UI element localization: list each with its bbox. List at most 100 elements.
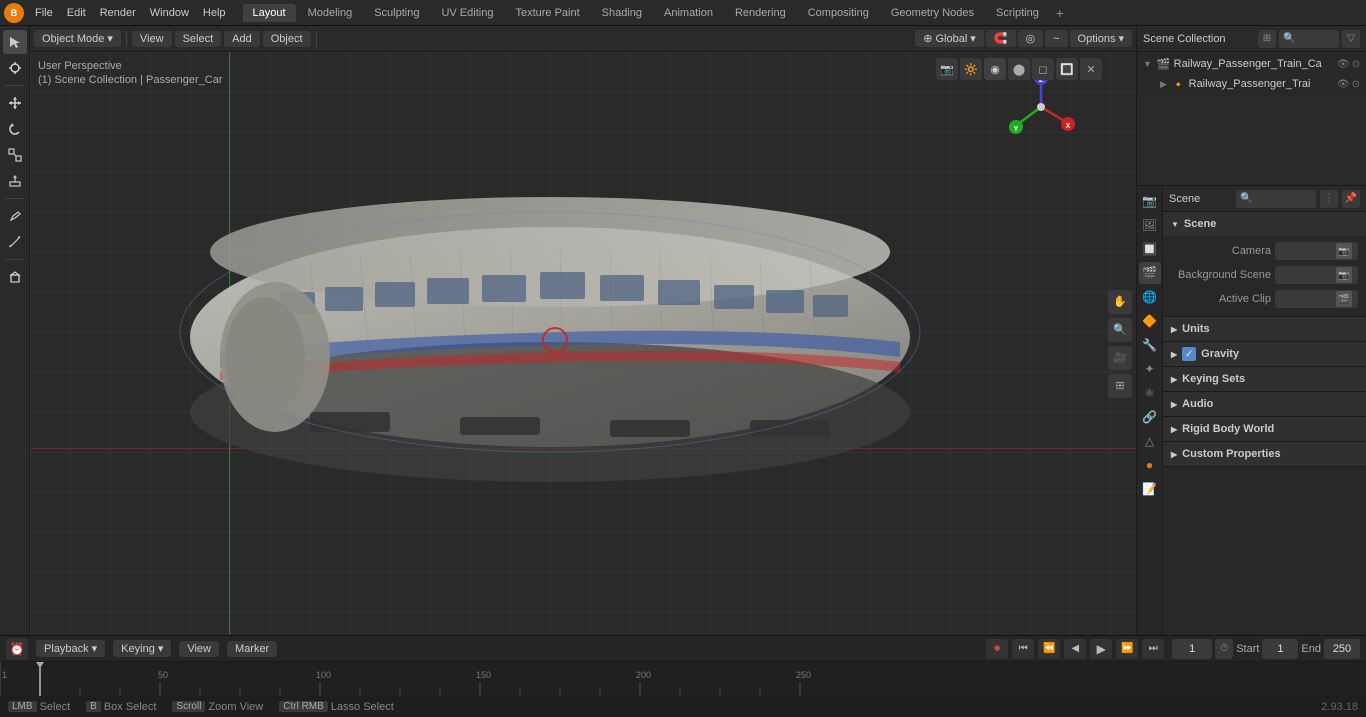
current-frame-input[interactable]: 1	[1172, 639, 1212, 659]
viewport-canvas[interactable]: User Perspective (1) Scene Collection | …	[30, 52, 1136, 635]
units-section-header[interactable]: ▶ Units	[1163, 317, 1366, 341]
menu-help[interactable]: Help	[196, 5, 233, 21]
props-tab-scene[interactable]: 🎬	[1139, 262, 1161, 284]
menu-window[interactable]: Window	[143, 5, 196, 21]
tab-rendering[interactable]: Rendering	[725, 4, 796, 22]
options-button[interactable]: Options ▾	[1070, 30, 1132, 47]
tab-layout[interactable]: Layout	[243, 4, 296, 22]
add-workspace-tab[interactable]: +	[1051, 4, 1069, 22]
gravity-section-header[interactable]: ▶ ✓ Gravity	[1163, 342, 1366, 366]
solid-view-btn[interactable]: ⬤	[1008, 58, 1030, 80]
visibility-icon-1[interactable]: 👁	[1337, 59, 1350, 70]
props-pin-btn[interactable]: 📌	[1342, 190, 1360, 208]
marker-menu[interactable]: Marker	[227, 641, 277, 657]
tool-move[interactable]	[3, 91, 27, 115]
props-tab-scripting[interactable]: 📝	[1139, 478, 1161, 500]
snap-button[interactable]: 🧲	[986, 30, 1016, 47]
camera-lock[interactable]: 🎥	[1108, 346, 1132, 370]
tab-modeling[interactable]: Modeling	[298, 4, 363, 22]
object-menu-button[interactable]: Object	[263, 31, 311, 47]
bg-scene-value-field[interactable]: 📷	[1275, 266, 1358, 284]
tab-animation[interactable]: Animation	[654, 4, 723, 22]
tool-add-cube[interactable]	[3, 265, 27, 289]
proportional-edit[interactable]: ◎	[1018, 30, 1044, 47]
props-tab-constraints[interactable]: 🔗	[1139, 406, 1161, 428]
tab-uv-editing[interactable]: UV Editing	[431, 4, 503, 22]
blender-logo[interactable]: B	[4, 3, 24, 23]
props-tab-world[interactable]: 🌐	[1139, 286, 1161, 308]
hide-icon-1[interactable]: ⊙	[1352, 59, 1360, 70]
material-preview-btn[interactable]: ◉	[984, 58, 1006, 80]
xray-btn[interactable]: ✕	[1080, 58, 1102, 80]
props-tab-view-layer[interactable]: 🔲	[1139, 238, 1161, 260]
view-hand-tool[interactable]: ✋	[1108, 290, 1132, 314]
jump-start-btn[interactable]: ⏮	[1012, 639, 1034, 659]
keying-menu[interactable]: Keying ▾	[113, 640, 171, 657]
outliner-item-scene-collection[interactable]: ▼ 🎬 Railway_Passenger_Train_Ca 👁 ⊙	[1137, 54, 1366, 74]
jump-end-btn[interactable]: ⏭	[1142, 639, 1164, 659]
timeline-clock-icon[interactable]: ⏰	[6, 638, 28, 660]
props-tab-render[interactable]: 📷	[1139, 190, 1161, 212]
play-btn[interactable]: ▶	[1090, 639, 1112, 659]
overlay-btn[interactable]: 🔳	[1056, 58, 1078, 80]
props-tab-object[interactable]: 🔶	[1139, 310, 1161, 332]
transform-global[interactable]: ⊕ Global ▾	[915, 30, 984, 47]
outliner-filter2-btn[interactable]: ▽	[1342, 30, 1360, 48]
tool-select-cursor[interactable]	[3, 30, 27, 54]
tab-compositing[interactable]: Compositing	[798, 4, 879, 22]
scene-section-header[interactable]: ▼ Scene	[1163, 212, 1366, 236]
layer-icon[interactable]: ⊞	[1108, 374, 1132, 398]
start-frame-input[interactable]: 1	[1262, 639, 1298, 659]
hide-icon-2[interactable]: ⊙	[1352, 79, 1360, 90]
visibility-icon-2[interactable]: 👁	[1337, 79, 1350, 90]
menu-file[interactable]: File	[28, 5, 60, 21]
gravity-checkbox[interactable]: ✓	[1182, 347, 1196, 361]
zoom-tool[interactable]: 🔍	[1108, 318, 1132, 342]
props-tab-material[interactable]: ●	[1139, 454, 1161, 476]
timeline-view-menu[interactable]: View	[179, 641, 219, 657]
props-tab-physics[interactable]: ⚛	[1139, 382, 1161, 404]
wireframe-btn[interactable]: ◻	[1032, 58, 1054, 80]
props-tab-data[interactable]: △	[1139, 430, 1161, 452]
rendered-btn[interactable]: 🔆	[960, 58, 982, 80]
tool-scale[interactable]	[3, 143, 27, 167]
menu-edit[interactable]: Edit	[60, 5, 93, 21]
custom-props-section-header[interactable]: ▶ Custom Properties	[1163, 442, 1366, 466]
props-options-btn[interactable]: ⋮	[1320, 190, 1338, 208]
audio-section-header[interactable]: ▶ Audio	[1163, 392, 1366, 416]
tab-scripting[interactable]: Scripting	[986, 4, 1049, 22]
tool-cursor[interactable]	[3, 56, 27, 80]
outliner-search[interactable]: 🔍	[1279, 30, 1339, 48]
active-clip-pick-btn[interactable]: 🎬	[1336, 291, 1352, 307]
grease-button[interactable]: ~	[1045, 30, 1067, 47]
tool-measure[interactable]	[3, 230, 27, 254]
camera-pick-btn[interactable]: 📷	[1336, 243, 1352, 259]
props-tab-particles[interactable]: ✦	[1139, 358, 1161, 380]
gizmo[interactable]: Z X Y	[1006, 72, 1076, 142]
tab-texture-paint[interactable]: Texture Paint	[505, 4, 589, 22]
reverse-play-btn[interactable]: ◀	[1064, 639, 1086, 659]
prev-frame-btn[interactable]: ⏪	[1038, 639, 1060, 659]
tab-sculpting[interactable]: Sculpting	[364, 4, 429, 22]
bg-scene-pick-btn[interactable]: 📷	[1336, 267, 1352, 283]
tool-transform[interactable]	[3, 169, 27, 193]
tab-geometry-nodes[interactable]: Geometry Nodes	[881, 4, 984, 22]
outliner-item-train[interactable]: ▶ 🔸 Railway_Passenger_Trai 👁 ⊙	[1137, 74, 1366, 94]
active-clip-value-field[interactable]: 🎬	[1275, 290, 1358, 308]
view-menu-button[interactable]: View	[132, 31, 172, 47]
timeline-ruler[interactable]: 1 50 100 150 200 250	[0, 662, 1366, 696]
camera-view-btn[interactable]: 📷	[936, 58, 958, 80]
rigid-body-section-header[interactable]: ▶ Rigid Body World	[1163, 417, 1366, 441]
record-btn[interactable]: ⏺	[986, 639, 1008, 659]
playback-menu[interactable]: Playback ▾	[36, 640, 105, 657]
props-tab-output[interactable]: 🖼	[1139, 214, 1161, 236]
next-frame-btn[interactable]: ⏩	[1116, 639, 1138, 659]
object-mode-button[interactable]: Object Mode ▾	[34, 30, 121, 47]
end-frame-input[interactable]: 250	[1324, 639, 1360, 659]
outliner-filter-btn[interactable]: ⊞	[1258, 30, 1276, 48]
props-search[interactable]: 🔍	[1236, 190, 1316, 208]
menu-render[interactable]: Render	[93, 5, 143, 21]
fps-btn[interactable]: ⏱	[1215, 639, 1233, 659]
tool-annotate[interactable]	[3, 204, 27, 228]
add-menu-button[interactable]: Add	[224, 31, 260, 47]
